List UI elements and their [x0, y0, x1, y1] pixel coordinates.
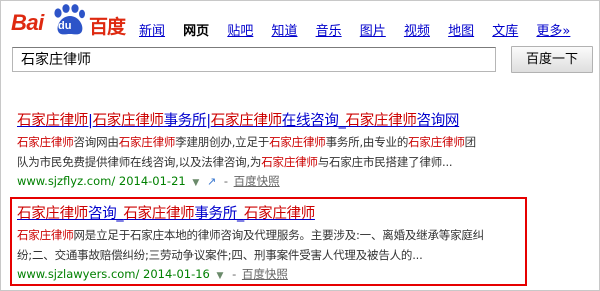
result-title-link[interactable]: 石家庄律师咨询_石家庄律师事务所_石家庄律师: [17, 204, 517, 224]
keyword-highlight: 石家庄律师: [118, 135, 176, 149]
snapshot-link[interactable]: 百度快照: [242, 267, 288, 281]
snapshot-link[interactable]: 百度快照: [234, 174, 280, 188]
text-segment: 队为市民免费提供律师在线咨询,以及法律咨询,为: [17, 155, 262, 169]
result-abstract-line: 石家庄律师网是立足于石家庄本地的律师咨询及代理服务。主要涉及:一、离婚及继承等家…: [17, 226, 517, 244]
result-abstract-line: 石家庄律师咨询网由石家庄律师李建朋创办,立足于石家庄律师事务所,由专业的石家庄律…: [17, 133, 517, 151]
keyword-highlight: 石家庄律师: [345, 113, 417, 129]
text-segment: 咨询网由: [73, 135, 119, 149]
text-segment: 事务所,由专业的: [325, 135, 409, 149]
keyword-highlight: 石家庄律师: [210, 113, 282, 129]
search-result: 石家庄律师|石家庄律师事务所|石家庄律师在线咨询_石家庄律师咨询网 石家庄律师咨…: [17, 111, 517, 192]
dropdown-arrow-icon[interactable]: ▼: [217, 271, 224, 281]
keyword-highlight: 石家庄律师: [243, 206, 315, 222]
text-segment: 事务所|: [163, 113, 211, 129]
nav-item-news[interactable]: 新闻: [139, 20, 165, 39]
keyword-highlight: 石家庄律师: [17, 113, 88, 129]
logo-text-bai: Bai: [11, 10, 44, 35]
nav-item-map[interactable]: 地图: [448, 20, 474, 39]
search-result: 石家庄律师咨询_石家庄律师事务所_石家庄律师 石家庄律师网是立足于石家庄本地的律…: [17, 204, 517, 285]
nav-item-wenku[interactable]: 文库: [492, 20, 518, 39]
text-segment: 网是立足于石家庄本地的律师咨询及代理服务。主要涉及:一、离婚及继承等家庭纠: [73, 228, 485, 242]
nav-item-zhidao[interactable]: 知道: [271, 20, 297, 39]
text-segment: 咨询_: [88, 206, 124, 222]
text-segment: 纷;二、交通事故赔偿纠纷;三劳动争议案件;四、刑事案件受害人代理及被告人的...: [17, 248, 423, 262]
nav-item-tieba[interactable]: 贴吧: [227, 20, 253, 39]
keyword-highlight: 石家庄律师: [261, 155, 318, 169]
nav-item-music[interactable]: 音乐: [316, 20, 342, 39]
text-segment: 与石家庄市民搭建了律师...: [317, 155, 453, 169]
text-segment: 李建朋创办,立足于: [175, 135, 270, 149]
result-meta: www.sjzflyz.com/ 2014-01-21 ▼ ↗ - 百度快照: [17, 172, 517, 192]
keyword-highlight: 石家庄律师: [408, 135, 465, 149]
keyword-highlight: 石家庄律师: [123, 206, 195, 222]
result-meta: www.sjzlawyers.com/ 2014-01-16 ▼ - 百度快照: [17, 265, 517, 285]
text-segment: 事务所_: [194, 206, 244, 222]
text-segment: 咨询网: [416, 113, 460, 129]
separator: -: [232, 267, 237, 281]
search-results-page: Bai du 百度 新闻 网页 贴吧 知道 音乐 图片 视频 地图 文库 更多»…: [0, 0, 600, 291]
nav-item-web[interactable]: 网页: [183, 20, 209, 39]
result-abstract-line: 队为市民免费提供律师在线咨询,以及法律咨询,为石家庄律师与石家庄市民搭建了律师.…: [17, 153, 517, 171]
dropdown-arrow-icon[interactable]: ▼: [192, 178, 199, 188]
result-url: www.sjzlawyers.com/ 2014-01-16: [17, 267, 210, 281]
search-input[interactable]: 石家庄律师: [12, 47, 496, 72]
nav-item-video[interactable]: 视频: [404, 20, 430, 39]
keyword-highlight: 石家庄律师: [17, 206, 88, 222]
keyword-highlight: 石家庄律师: [269, 135, 326, 149]
text-segment: 在线咨询_: [281, 113, 346, 129]
logo-text-du: du: [58, 20, 72, 32]
nav-item-images[interactable]: 图片: [360, 20, 386, 39]
text-segment: 团: [464, 135, 477, 149]
result-title-link[interactable]: 石家庄律师|石家庄律师事务所|石家庄律师在线咨询_石家庄律师咨询网: [17, 111, 517, 131]
keyword-highlight: 石家庄律师: [17, 135, 74, 149]
result-abstract-line: 纷;二、交通事故赔偿纠纷;三劳动争议案件;四、刑事案件受害人代理及被告人的...: [17, 246, 517, 264]
search-button[interactable]: 百度一下: [511, 46, 593, 73]
logo-text-cn: 百度: [89, 16, 126, 38]
category-nav: 新闻 网页 贴吧 知道 音乐 图片 视频 地图 文库 更多»: [139, 20, 584, 39]
keyword-highlight: 石家庄律师: [17, 228, 74, 242]
nav-item-more[interactable]: 更多»: [536, 20, 570, 39]
result-url: www.sjzflyz.com/ 2014-01-21: [17, 174, 186, 188]
share-icon[interactable]: ↗: [207, 175, 216, 188]
baidu-logo[interactable]: Bai du 百度: [9, 4, 127, 42]
keyword-highlight: 石家庄律师: [92, 113, 164, 129]
separator: -: [223, 174, 228, 188]
